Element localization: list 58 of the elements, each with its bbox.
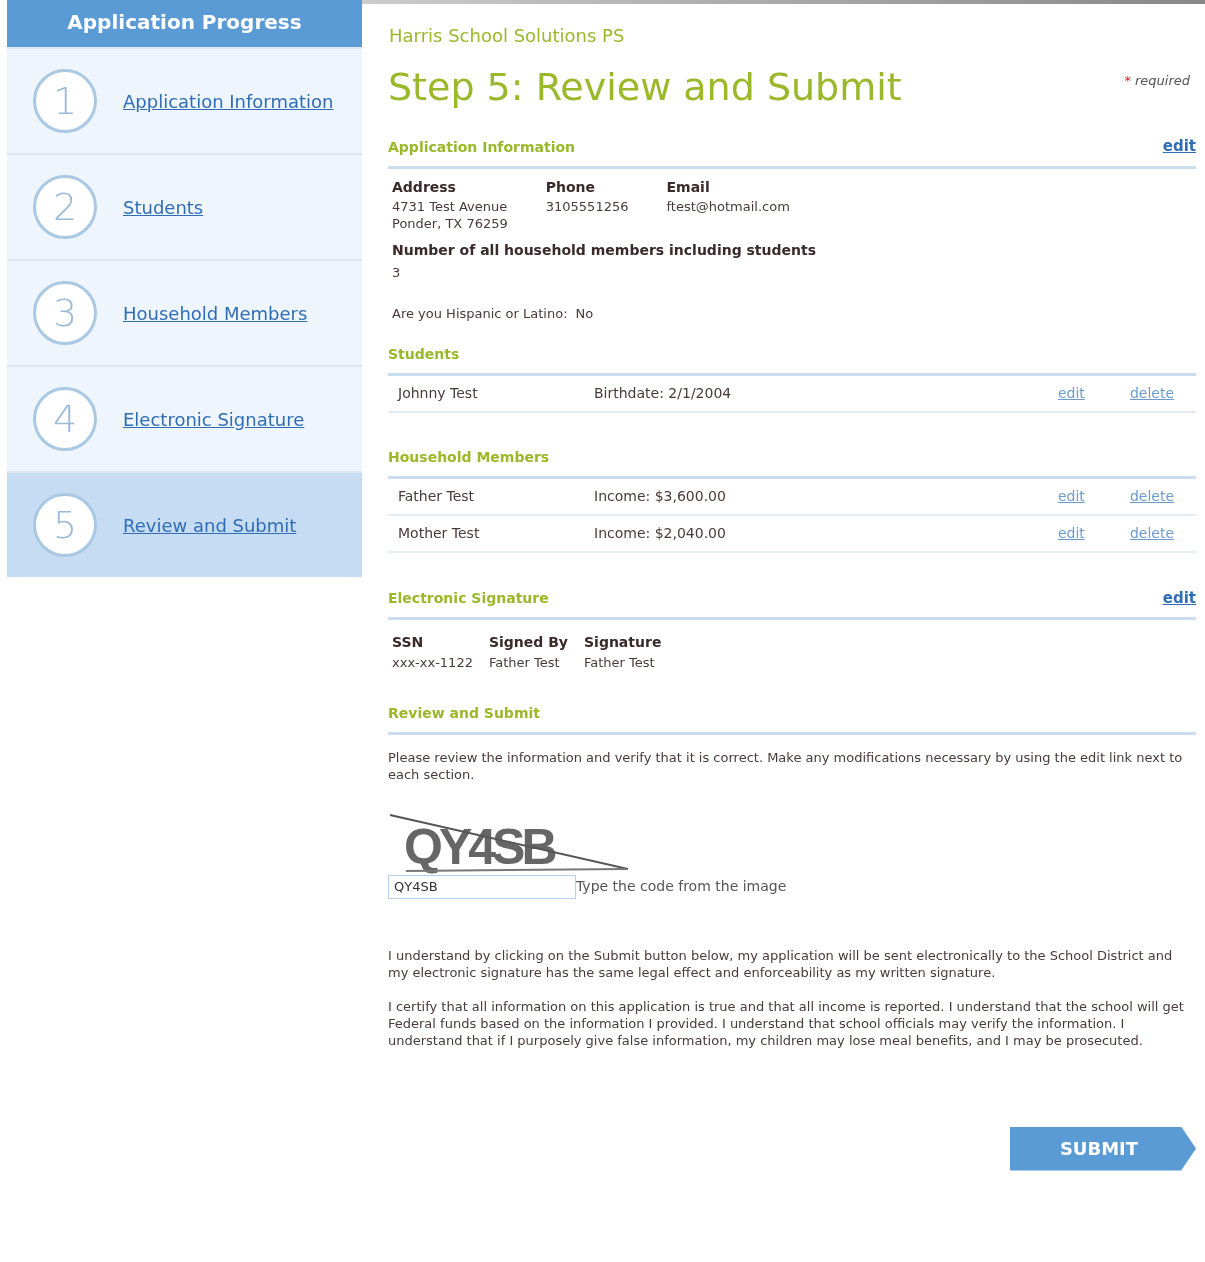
- field-label: SSN: [392, 633, 425, 652]
- section-heading: Household Members: [388, 447, 550, 467]
- delete-link[interactable]: delete: [1129, 485, 1174, 507]
- field-label: Are you Hispanic or Latino:: [392, 305, 568, 323]
- required-mark: *: [1124, 72, 1131, 90]
- field-value: Father Test: [584, 654, 656, 672]
- edit-link[interactable]: edit: [1057, 522, 1130, 544]
- field-label: Signed By: [488, 633, 568, 652]
- field-value: 3105551256: [545, 197, 629, 215]
- field-value: No: [575, 305, 594, 323]
- step-item[interactable]: 2 Students: [7, 153, 362, 259]
- page-title: Step 5: Review and Submit: [388, 64, 902, 111]
- step-link[interactable]: Application Information: [123, 87, 334, 115]
- section-heading: Review and Submit: [388, 703, 540, 723]
- section-heading: Students: [388, 344, 460, 364]
- step-item[interactable]: 4 Electronic Signature: [7, 365, 362, 471]
- school-name: Harris School Solutions PS: [389, 24, 626, 48]
- step-item[interactable]: 5 Review and Submit: [7, 471, 362, 577]
- detail-cell-text: Birthdate: 2/1/2004: [594, 383, 733, 403]
- edit-link[interactable]: edit: [1162, 135, 1196, 158]
- delete-link[interactable]: delete: [1129, 382, 1174, 404]
- detail-cell-text: Income: $2,040.00: [594, 523, 727, 543]
- agreement-text: I certify that all information on this application is true and that all income is reported. I understand that the school will get Federal funds based on the information I provided. I understand that school officials may verify the information. I understand that if I purposely give false information, my children may lose meal benefits, and I may be prosecuted.: [388, 997, 1185, 1049]
- field-value: 4731 Test Avenue: [392, 197, 508, 215]
- field-value: Ponder, TX 76259: [392, 214, 508, 232]
- name-cell-text: Mother Test: [398, 523, 481, 543]
- captcha-image: QY4SB: [388, 812, 628, 875]
- edit-link[interactable]: edit: [1057, 382, 1130, 404]
- captcha-input[interactable]: QY4SB: [388, 874, 576, 899]
- field-label: Signature: [584, 633, 662, 652]
- instructions-text: Please review the information and verify that it is correct. Make any modifications necessary by using the edit link next to each section.: [388, 748, 1184, 783]
- submit-button[interactable]: SUBMIT: [1010, 1126, 1196, 1171]
- field-value: ftest@hotmail.com: [666, 197, 790, 215]
- field-label: Address: [392, 177, 457, 197]
- agreement-text: I understand by clicking on the Submit button below, my application will be sent electronically to the School District and my electronic signature has the same legal effect and enforceability as my written signature.: [388, 946, 1174, 981]
- required-note: required: [1134, 72, 1190, 90]
- name-cell-text: Father Test: [398, 486, 476, 506]
- field-label: Email: [666, 177, 711, 197]
- detail-cell-text: Income: $3,600.00: [594, 486, 727, 506]
- step-link[interactable]: Electronic Signature: [123, 405, 305, 433]
- field-value: xxx-xx-1122: [392, 654, 473, 672]
- edit-link[interactable]: edit: [1057, 485, 1130, 507]
- step-link[interactable]: Household Members: [123, 299, 308, 327]
- step-item[interactable]: 1 Application Information: [7, 47, 362, 153]
- field-value: Father Test: [488, 654, 561, 672]
- field-label: Number of all household members including students: [392, 240, 818, 260]
- field-value: 3: [392, 263, 402, 282]
- section-heading: Electronic Signature: [388, 589, 549, 608]
- captcha-hint: Type the code from the image: [576, 877, 787, 896]
- step-link[interactable]: Review and Submit: [123, 511, 297, 539]
- name-cell-text: Johnny Test: [398, 383, 479, 403]
- field-label: Phone: [545, 177, 597, 197]
- delete-link[interactable]: delete: [1129, 522, 1174, 544]
- step-link[interactable]: Students: [123, 193, 204, 221]
- sidebar-title: Application Progress: [7, 0, 362, 47]
- step-item[interactable]: 3 Household Members: [7, 259, 362, 365]
- edit-link[interactable]: edit: [1162, 586, 1196, 609]
- section-heading: Application Information: [388, 137, 576, 157]
